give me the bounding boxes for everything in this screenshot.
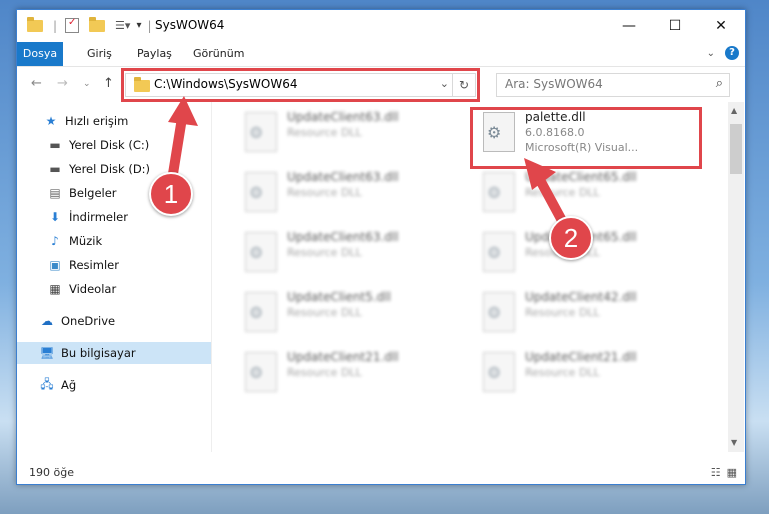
callout-badge-2: 2 xyxy=(549,216,593,260)
arrow-one xyxy=(167,96,198,185)
callout-arrows xyxy=(167,96,571,233)
callout-badge-1: 1 xyxy=(149,172,193,216)
arrow-two xyxy=(524,158,571,233)
